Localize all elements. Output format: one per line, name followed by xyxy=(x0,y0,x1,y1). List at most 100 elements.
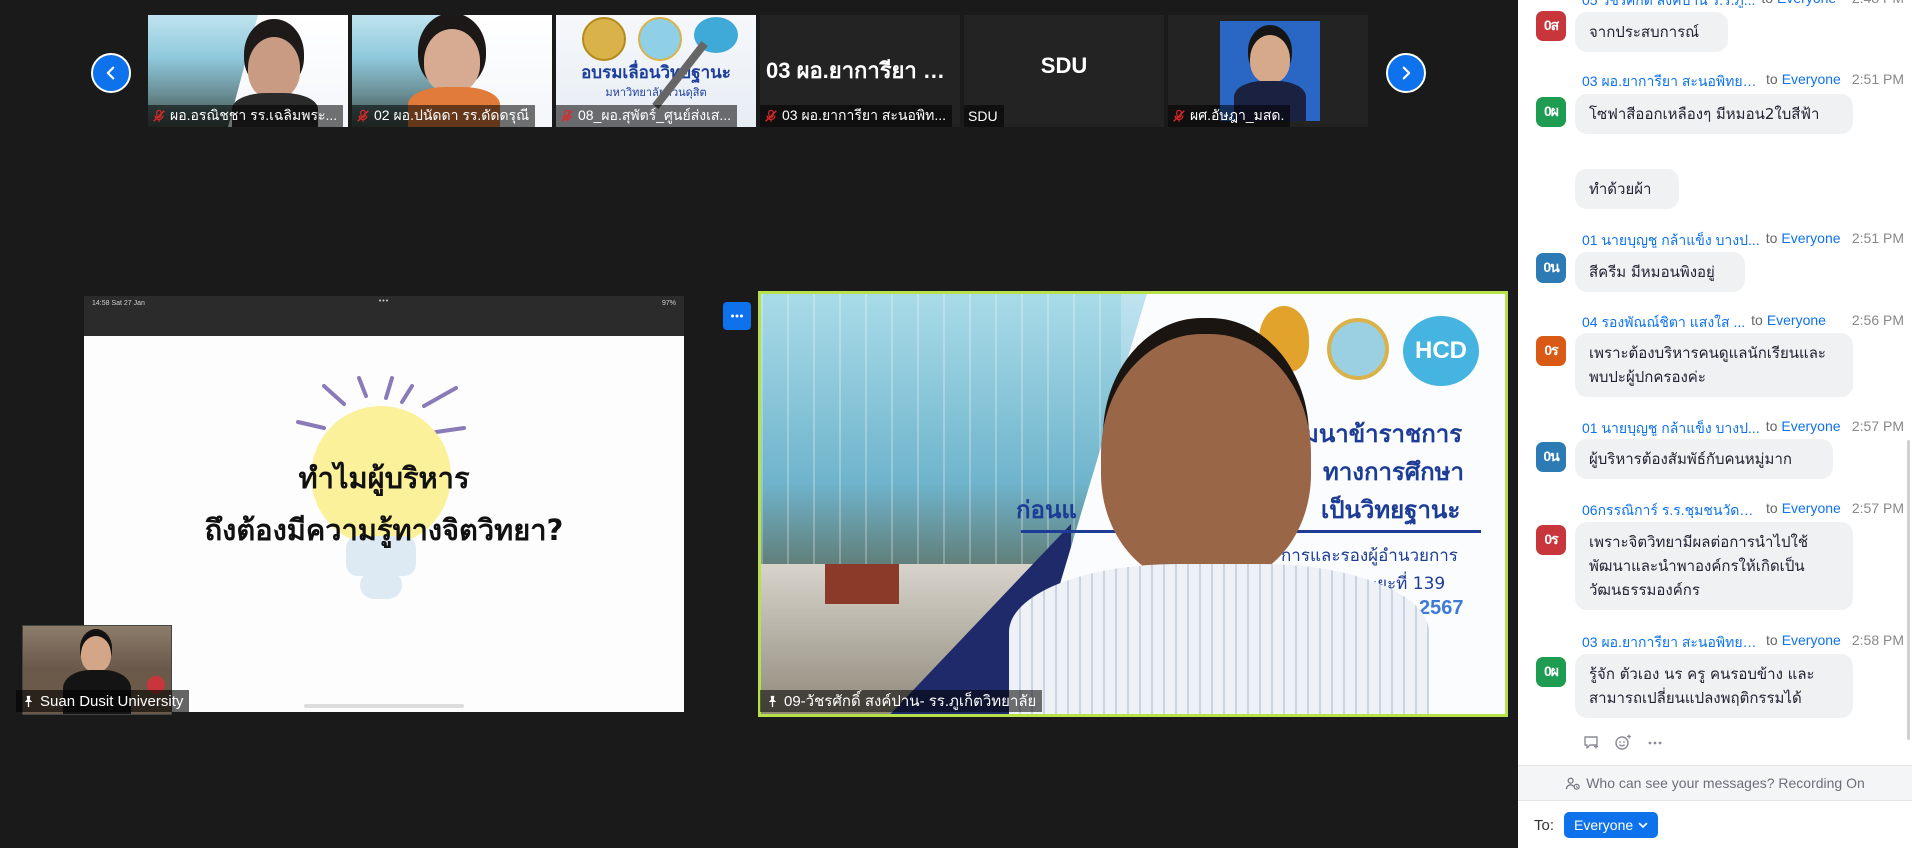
participant-tile[interactable]: ผอ.อรณิชชา รร.เฉลิมพระ... xyxy=(148,15,348,127)
chat-scrollbar[interactable] xyxy=(1907,440,1910,740)
chevron-left-icon xyxy=(106,66,115,80)
participant-tile[interactable]: SDU SDU xyxy=(964,15,1164,127)
banner-line2: ทางการศึกษา xyxy=(1323,458,1464,486)
chat-bubble[interactable]: เพราะต้องบริหารคนดูแลนักเรียนและพบปะผู้ป… xyxy=(1575,333,1853,397)
chat-bubble[interactable]: ทำด้วยผ้า xyxy=(1575,169,1679,209)
participant-face xyxy=(248,37,300,99)
device-clock: 14:58 Sat 27 Jan xyxy=(92,300,145,307)
avatar: 0ร xyxy=(1536,525,1566,555)
participant-face xyxy=(81,636,111,672)
chat-sender[interactable]: 04 รองพัณณ์ชิตา แสงใส ... xyxy=(1582,312,1745,330)
pin-icon xyxy=(766,695,779,708)
participant-tile[interactable]: 02 ผอ.ปนัดดา รร.ดัดดรุณี xyxy=(352,15,552,127)
entrance-sign xyxy=(825,564,899,604)
participant-tile[interactable]: ผศ.อัษฎา_มสด. xyxy=(1168,15,1368,127)
chat-to-label: to xyxy=(1765,230,1778,246)
next-page-button[interactable] xyxy=(1386,53,1426,93)
chat-time: 2:56 PM xyxy=(1851,312,1904,328)
participant-name-bar: 08_ผอ.สุพัตร์_ศูนย์ส่งเส... xyxy=(556,105,738,127)
chat-bubble[interactable]: รู้จัก ตัวเอง นร ครู คนรอบข้าง และสามารถ… xyxy=(1575,654,1853,718)
multitask-dots: ••• xyxy=(378,298,390,305)
chat-to-label: to xyxy=(1766,632,1778,648)
active-speaker-video[interactable]: HCD มนาข้าราชการ ทางการศึกษา ก่อนแ เป็นว… xyxy=(758,291,1508,717)
chat-sender[interactable]: 03 ผอ.ยาการียา สะนอพิทยา... xyxy=(1582,632,1760,650)
avatar: 0ร xyxy=(1536,336,1566,366)
participant-face xyxy=(1250,35,1290,83)
chat-bubble[interactable]: โซฟาสีออกเหลืองๆ มีหมอน2ใบสีฟ้า xyxy=(1575,94,1853,134)
mic-muted-icon xyxy=(1172,109,1186,123)
chat-bubble[interactable]: ผู้บริหารต้องสัมพัธ์กับคนหมู่มาก xyxy=(1575,439,1833,479)
banner-year: 2567 xyxy=(1419,597,1464,619)
slide-canvas: ทำไมผู้บริหาร ถึงต้องมีความรู้ทางจิตวิทย… xyxy=(84,336,684,712)
mic-muted-icon xyxy=(560,109,574,123)
participant-face xyxy=(424,29,480,93)
recipient-dropdown[interactable]: Everyone xyxy=(1564,812,1659,838)
more-options-button[interactable] xyxy=(723,302,751,330)
seal-logo xyxy=(582,17,626,61)
chat-message-header: 05 วัชรศักดิ์ สงค์ปาน ร.ร.ภู... to Every… xyxy=(1582,0,1904,8)
shared-screen[interactable]: 14:58 Sat 27 Jan ••• 97% ทำไมผู้บริหาร ถ… xyxy=(84,296,684,712)
participant-name: 08_ผอ.สุพัตร์_ศูนย์ส่งเส... xyxy=(578,107,732,123)
chat-sender[interactable]: 06กรรณิการ์ ร.ร.ชุมชนวัดท่... xyxy=(1582,500,1760,518)
avatar: 0ส xyxy=(1536,11,1566,41)
hcd-logo: HCD xyxy=(1403,316,1479,386)
chat-recipient: Everyone xyxy=(1766,312,1826,328)
chat-message-header: 01 นายบุญชู กล้าแข็ง บางป... to Everyone… xyxy=(1582,230,1904,248)
thumbnail-strip: ผอ.อรณิชชา รร.เฉลิมพระ... 02 ผอ.ปนัดดา ร… xyxy=(148,15,1368,127)
emoji-reaction-icon[interactable] xyxy=(1614,734,1632,752)
chat-time: 2:48 PM xyxy=(1852,0,1904,8)
slide-title: ทำไมผู้บริหาร ถึงต้องมีความรู้ทางจิตวิทย… xyxy=(84,452,684,556)
chat-to-label: to xyxy=(1766,500,1778,516)
chat-time: 2:58 PM xyxy=(1851,632,1904,648)
participant-name: 02 ผอ.ปนัดดา รร.ดัดดรุณี xyxy=(374,107,530,123)
chat-recipient: Everyone xyxy=(1781,632,1841,648)
banner-line4: การและรองผู้อำนวยการ xyxy=(1281,546,1458,566)
home-indicator xyxy=(304,704,464,708)
privacy-text: Who can see your messages? Recording On xyxy=(1586,775,1865,791)
chat-time: 2:57 PM xyxy=(1851,500,1904,516)
video-area: ผอ.อรณิชชา รร.เฉลิมพระ... 02 ผอ.ปนัดดา ร… xyxy=(0,0,1518,848)
chat-bubble[interactable]: จากประสบการณ์ xyxy=(1575,12,1728,52)
chat-bubble[interactable]: เพราะจิตวิทยามีผลต่อการนำไปใช้พัฒนาและนำ… xyxy=(1575,522,1853,610)
chat-message-header: 06กรรณิการ์ ร.ร.ชุมชนวัดท่... to Everyon… xyxy=(1582,500,1904,518)
chat-bubble[interactable]: สีครีม มีหมอนพิงอยู่ xyxy=(1575,252,1745,292)
chat-recipient: Everyone xyxy=(1781,418,1841,434)
chat-message-header: 03 ผอ.ยาการียา สะนอพิทยา... to Everyone … xyxy=(1582,632,1904,650)
chevron-right-icon xyxy=(1402,66,1411,80)
recipient-value: Everyone xyxy=(1574,817,1634,833)
mic-muted-icon xyxy=(764,109,778,123)
prev-page-button[interactable] xyxy=(91,53,131,93)
self-view-name: Suan Dusit University xyxy=(40,692,184,710)
avatar: 0ผ xyxy=(1536,657,1566,687)
self-view-name-bar: Suan Dusit University xyxy=(16,690,190,712)
avatar: 0น xyxy=(1536,253,1566,283)
slide-title-line1: ทำไมผู้บริหาร xyxy=(298,461,470,495)
chat-message-list[interactable]: 05 วัชรศักดิ์ สงค์ปาน ร.ร.ภู... to Every… xyxy=(1518,0,1912,764)
chat-sender[interactable]: 03 ผอ.ยาการียา สะนอพิทยา... xyxy=(1582,71,1760,89)
chat-to-label: to xyxy=(1751,312,1763,328)
chat-message-header: 03 ผอ.ยาการียา สะนอพิทยา... to Everyone … xyxy=(1582,71,1904,89)
chat-sender[interactable]: 01 นายบุญชู กล้าแข็ง บางป... xyxy=(1582,230,1760,248)
speaker-shirt xyxy=(1009,564,1429,714)
recipient-row: To: Everyone xyxy=(1534,812,1659,838)
participant-tile[interactable]: อบรมเลื่อนวิทยฐานะ มหาวิทยาลัยสวนดุสิต 0… xyxy=(556,15,756,127)
slide-title-line2: ถึงต้องมีความรู้ทางจิตวิทยา? xyxy=(204,513,564,547)
participant-display-name: SDU xyxy=(1040,53,1088,78)
people-icon xyxy=(1565,776,1580,791)
participant-tile[interactable]: 03 ผอ.ยาการียา ส... 03 ผอ.ยาการียา สะนอพ… xyxy=(760,15,960,127)
privacy-notice[interactable]: Who can see your messages? Recording On xyxy=(1518,765,1912,801)
message-actions xyxy=(1582,734,1664,752)
chat-recipient: Everyone xyxy=(1781,500,1841,516)
reply-icon[interactable] xyxy=(1582,734,1600,752)
chat-sender[interactable]: 01 นายบุญชู กล้าแข็ง บางป... xyxy=(1582,418,1760,436)
ellipsis-icon xyxy=(731,314,743,318)
chat-to-label: to xyxy=(1761,0,1773,8)
participant-name: SDU xyxy=(968,108,998,124)
participant-name: 03 ผอ.ยาการียา สะนอพิท... xyxy=(782,107,947,123)
more-actions-icon[interactable] xyxy=(1646,734,1664,752)
chat-sender[interactable]: 05 วัชรศักดิ์ สงค์ปาน ร.ร.ภู... xyxy=(1582,0,1755,8)
avatar: 0ผ xyxy=(1536,97,1566,127)
chevron-down-icon xyxy=(1638,822,1648,829)
speaker-name-bar: 09-วัชรศักดิ์ สงค์ปาน- รร.ภูเก็ตวิทยาลัย xyxy=(760,690,1043,712)
chat-panel: 05 วัชรศักดิ์ สงค์ปาน ร.ร.ภู... to Every… xyxy=(1518,0,1912,848)
